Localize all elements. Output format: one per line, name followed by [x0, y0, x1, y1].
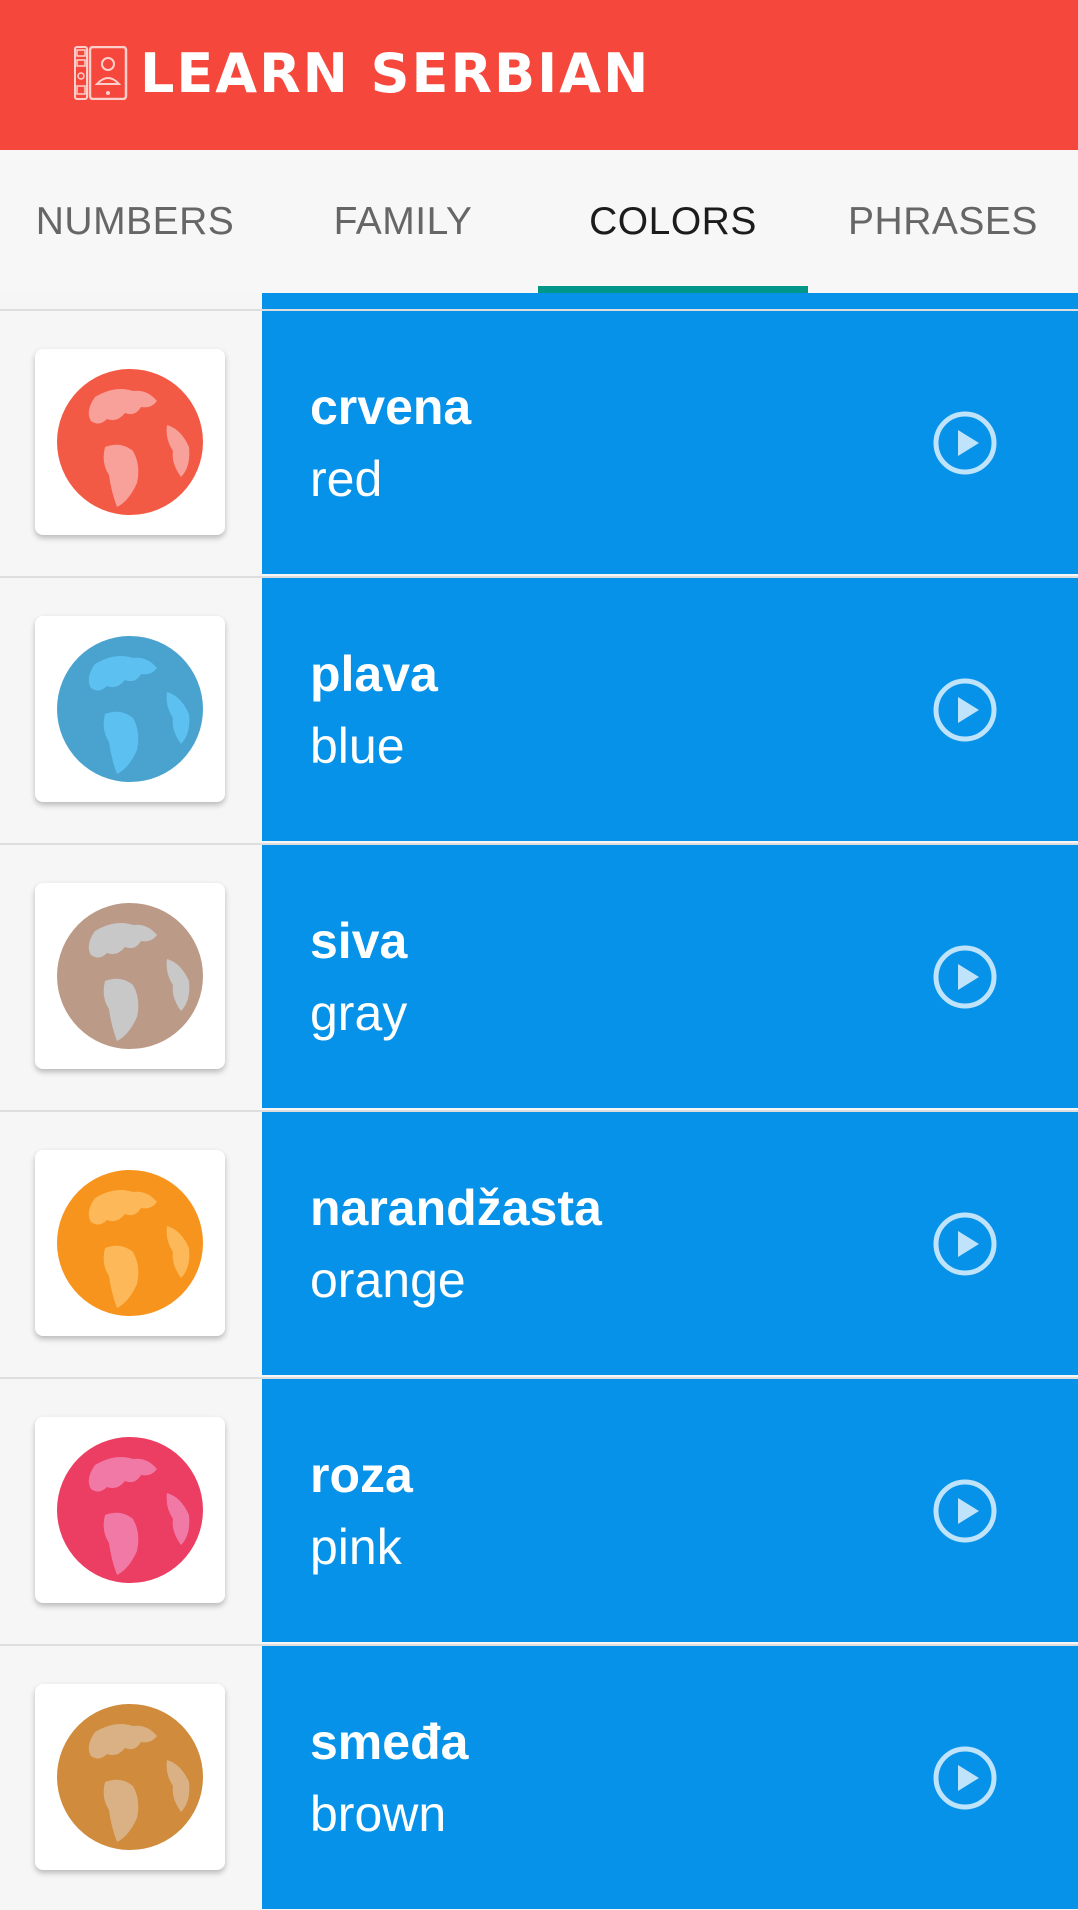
tab-bar: NUMBERS FAMILY COLORS PHRASES — [0, 150, 1078, 293]
english-translation: red — [310, 451, 383, 507]
app-header: LEARN SERBIAN — [0, 0, 1078, 150]
english-translation: gray — [310, 985, 408, 1041]
word-panel: siva gray — [262, 845, 1078, 1108]
english-translation: pink — [310, 1519, 402, 1575]
play-circle-icon[interactable] — [932, 1745, 998, 1811]
thumbnail-card — [35, 1417, 225, 1603]
globe-icon — [57, 1170, 203, 1316]
list-item[interactable]: crvena red — [0, 309, 1078, 574]
list-item[interactable]: narandžasta orange — [0, 1110, 1078, 1375]
serbian-word: smeđa — [310, 1714, 469, 1770]
list-item[interactable]: smeđa brown — [0, 1644, 1078, 1909]
tab-family[interactable]: FAMILY — [268, 150, 538, 293]
globe-icon — [57, 369, 203, 515]
tab-colors[interactable]: COLORS — [538, 150, 808, 293]
thumbnail-card — [35, 1150, 225, 1336]
word-panel: narandžasta orange — [262, 1112, 1078, 1375]
serbian-word: narandžasta — [310, 1180, 602, 1236]
app-title: LEARN SERBIAN — [140, 42, 651, 105]
word-panel: smeđa brown — [262, 1646, 1078, 1909]
serbian-word: plava — [310, 646, 438, 702]
english-translation: brown — [310, 1786, 447, 1842]
panel-top-strip — [262, 293, 1078, 309]
tab-phrases[interactable]: PHRASES — [808, 150, 1078, 293]
word-panel: crvena red — [262, 311, 1078, 574]
phone-learning-icon — [74, 46, 128, 100]
serbian-word: siva — [310, 913, 408, 969]
serbian-word: crvena — [310, 379, 472, 435]
tab-numbers[interactable]: NUMBERS — [0, 150, 270, 293]
serbian-word: roza — [310, 1447, 413, 1503]
thumbnail-card — [35, 616, 225, 802]
play-circle-icon[interactable] — [932, 410, 998, 476]
thumbnail-card — [35, 883, 225, 1069]
word-panel: plava blue — [262, 578, 1078, 841]
english-translation: blue — [310, 718, 405, 774]
word-panel: roza pink — [262, 1379, 1078, 1642]
play-circle-icon[interactable] — [932, 944, 998, 1010]
english-translation: orange — [310, 1252, 466, 1308]
globe-icon — [57, 1437, 203, 1583]
thumbnail-card — [35, 349, 225, 535]
list-item[interactable]: plava blue — [0, 576, 1078, 841]
play-circle-icon[interactable] — [932, 1211, 998, 1277]
list-item[interactable]: roza pink — [0, 1377, 1078, 1642]
thumbnail-card — [35, 1684, 225, 1870]
list-item[interactable]: siva gray — [0, 843, 1078, 1108]
play-circle-icon[interactable] — [932, 1478, 998, 1544]
globe-icon — [57, 903, 203, 1049]
tab-indicator — [538, 286, 808, 293]
play-circle-icon[interactable] — [932, 677, 998, 743]
globe-icon — [57, 636, 203, 782]
globe-icon — [57, 1704, 203, 1850]
